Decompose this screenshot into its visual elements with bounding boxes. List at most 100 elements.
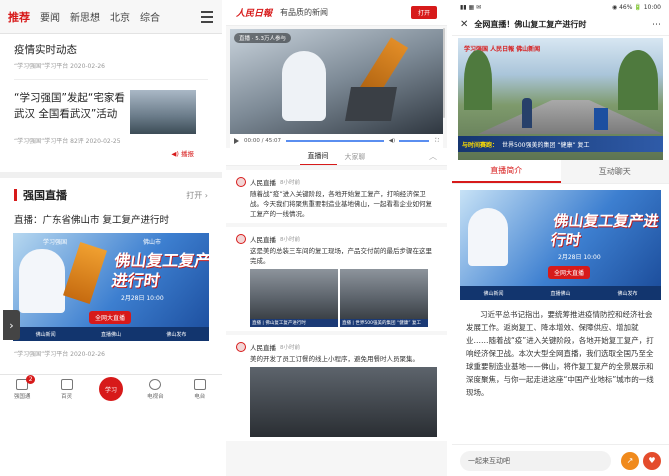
slogan: 有品质的新闻: [280, 8, 329, 17]
nav-study[interactable]: 学习: [93, 377, 129, 401]
poster-headline: 佛山复工复产进行时: [549, 212, 660, 249]
tab-interaction[interactable]: 互动聊天: [560, 160, 669, 183]
nav-bailing[interactable]: 百灵: [49, 379, 85, 400]
poster-brand: 佛山市: [143, 239, 162, 246]
robot-arm: [63, 242, 107, 304]
news-item[interactable]: 疫情实时动态 “学习强国”学习平台 2020-02-26: [14, 34, 208, 80]
xuexi-panel: 推荐 要闻 新思想 北京 综合 疫情实时动态 “学习强国”学习平台 2020-0…: [0, 0, 222, 476]
tab-beijing[interactable]: 北京: [110, 9, 130, 24]
broadcast-badge[interactable]: ◀) 播报: [171, 148, 194, 158]
app-header: 人民日報 有品质的新闻 打开: [226, 0, 447, 26]
peoples-daily-panel: 人民日報 有品质的新闻 打开 直播 · 5.3万人参与 00:00 / 45:0…: [226, 0, 447, 476]
comment-bar: 一起来互动吧 ↗ ♥: [452, 444, 669, 476]
post-author: 人民直播: [250, 344, 276, 352]
close-icon[interactable]: ✕: [460, 19, 468, 30]
live-video[interactable]: 学习强国 人民日報 佛山新闻 与时间赛跑： 世界500强美的集团 “健康” 复工: [458, 38, 663, 160]
unread-badge: 2: [26, 375, 36, 384]
trash-bin: [594, 108, 608, 130]
image-caption: 直播 | 世界500强美的集团 “健康” 复工: [340, 319, 428, 327]
news-title: “学习强国”发起“宅家看武汉 全国看武汉”活动: [14, 92, 125, 120]
poster-footer-item: 佛山发布: [617, 290, 638, 297]
live-section-header: 强国直播 打开 ›: [0, 178, 222, 212]
tab-recommend[interactable]: 推荐: [8, 9, 30, 25]
caption-tag: 与时间赛跑：: [462, 141, 499, 149]
tab-new-thought[interactable]: 新思想: [70, 9, 100, 24]
reporter-figure: [522, 98, 532, 128]
status-left: ▮▮ ▦ ✉: [460, 3, 482, 11]
nav-radio[interactable]: 电台: [182, 379, 218, 400]
poster-footer: 佛山新闻 直播佛山 佛山发布: [460, 286, 661, 300]
post-author: 人民直播: [250, 179, 276, 187]
more-icon[interactable]: ⋯: [652, 20, 661, 30]
share-icon[interactable]: ↗: [621, 451, 639, 470]
caption-text: 世界500强美的集团 “健康” 复工: [502, 141, 590, 149]
post-text: 随着战“疫”进入关键阶段，各地开始复工复产，打响经济保卫战。今天我们将聚焦重要制…: [250, 190, 432, 218]
video-time: 00:00 / 45:07: [244, 138, 282, 144]
live-tabs: 直播间 大家聊 ︿: [226, 148, 447, 166]
live-poster[interactable]: 学习强国 佛山市 佛山复工复产进行时 2月28日 10:00 全网大直播 佛山新…: [13, 233, 209, 341]
tab-general[interactable]: 综合: [140, 9, 160, 24]
volume-icon[interactable]: ◀): [389, 138, 395, 144]
post-image[interactable]: 直播 | 世界500强美的集团 “健康” 复工: [340, 269, 428, 327]
post-image[interactable]: 直播 | 佛山复工复产进行时: [250, 269, 338, 327]
like-icon[interactable]: ♥: [643, 451, 661, 470]
tab-intro[interactable]: 直播简介: [452, 160, 561, 183]
post-text: 美的开发了员工订餐的线上小程序，避免用餐时人员聚集。: [250, 355, 419, 363]
image-caption: 直播 | 佛山复工复产进行时: [250, 319, 338, 327]
channel-tabs: 推荐 要闻 新思想 北京 综合: [0, 0, 222, 34]
expand-arrow-icon[interactable]: ›: [3, 310, 20, 340]
radio-icon: [193, 379, 206, 390]
comment-input[interactable]: 一起来互动吧: [460, 450, 611, 471]
news-thumbnail: [130, 90, 196, 134]
live-post: 人民直播 8小时前 随着战“疫”进入关键阶段，各地开始复工复产，打响经济保卫战。今…: [226, 170, 447, 223]
post-time: 8小时前: [280, 345, 300, 351]
live-post: 人民直播 8小时前 这是美的总装三车间的复工现场，产品交付前的最后步骤在这里完成。…: [226, 227, 447, 331]
news-meta: “学习强国”学习平台 82评 2020-02-25: [14, 138, 121, 145]
tree: [618, 50, 658, 110]
study-icon: 学习: [98, 377, 123, 401]
fullscreen-icon[interactable]: ⛶: [435, 138, 439, 145]
detail-tabs: 直播简介 互动聊天: [452, 160, 669, 184]
news-item[interactable]: “学习强国”发起“宅家看武汉 全国看武汉”活动 “学习强国”学习平台 82评 2…: [14, 80, 208, 172]
poster-footer-item: 佛山新闻: [483, 290, 504, 297]
status-right: ◉ 46% 🔋 10:00: [611, 3, 661, 11]
viewers-pill: 直播 · 5.3万人参与: [234, 33, 291, 43]
menu-icon[interactable]: [201, 11, 213, 26]
scrollbar[interactable]: [443, 28, 445, 118]
tab-live-room[interactable]: 直播间: [299, 151, 337, 165]
poster-date: 2月28日 10:00: [121, 295, 164, 302]
nav-tv[interactable]: 电视台: [137, 379, 173, 400]
play-icon[interactable]: [234, 138, 239, 144]
post-time: 8小时前: [280, 180, 300, 186]
intro-article: 习近平总书记指出，要统筹推进疫情防控和经济社会发展工作。返岗复工、降本增效、保障…: [466, 310, 654, 397]
poster-date: 2月28日 10:00: [558, 254, 601, 261]
poster-footer-item: 佛山发布: [166, 331, 187, 338]
collapse-icon[interactable]: ︿: [429, 151, 437, 162]
section-title: 强国直播: [23, 189, 67, 202]
poster-brand: 学习强国: [43, 239, 68, 246]
post-author: 人民直播: [250, 236, 276, 244]
tab-chat[interactable]: 大家聊: [337, 152, 374, 165]
poster-button: 全网大直播: [89, 311, 132, 324]
open-link[interactable]: 打开 ›: [186, 190, 208, 201]
poster-headline: 佛山复工复产进行时: [110, 251, 209, 290]
live-post: 人民直播 8小时前 美的开发了员工订餐的线上小程序，避免用餐时人员聚集。: [226, 335, 447, 441]
nav-messages[interactable]: 2 强国通: [4, 375, 40, 400]
video-icon: [60, 379, 73, 390]
page-header: ✕ 全网直播！佛山复工复产进行时 ⋯: [452, 14, 669, 36]
progress-track[interactable]: [286, 140, 384, 142]
open-app-button[interactable]: 打开: [410, 6, 437, 19]
tab-headlines[interactable]: 要闻: [40, 9, 60, 24]
nav-label: 电视台: [147, 394, 164, 400]
page-title: 全网直播！佛山复工复产进行时: [474, 20, 587, 29]
volume-slider[interactable]: [399, 140, 430, 142]
live-title[interactable]: 直播：广东省佛山市 复工复产进行时: [0, 212, 222, 226]
poster-footer-item: 直播佛山: [550, 290, 571, 297]
worker-figure: [468, 208, 508, 266]
video-player[interactable]: 直播 · 5.3万人参与: [230, 29, 443, 134]
worker-figure: [282, 51, 326, 121]
live-detail-panel: ▮▮ ▦ ✉ ◉ 46% 🔋 10:00 ✕ 全网直播！佛山复工复产进行时 ⋯ …: [452, 0, 669, 476]
post-image[interactable]: [250, 367, 437, 437]
nav-label: 百灵: [61, 394, 73, 400]
post-text: 这是美的总装三车间的复工现场，产品交付前的最后步骤在这里完成。: [250, 247, 432, 265]
